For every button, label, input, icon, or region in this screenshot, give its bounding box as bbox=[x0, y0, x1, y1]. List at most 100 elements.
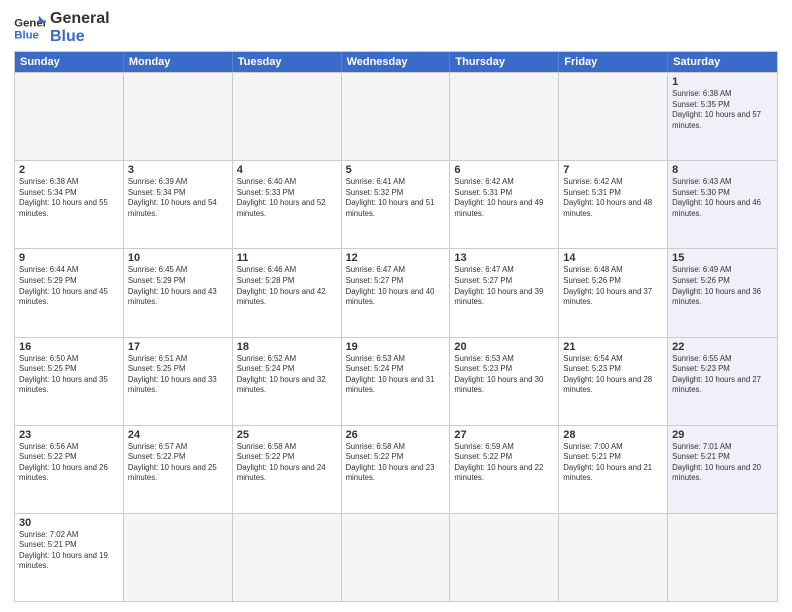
day-number: 21 bbox=[563, 341, 663, 353]
calendar-cell bbox=[233, 73, 342, 160]
calendar-header: SundayMondayTuesdayWednesdayThursdayFrid… bbox=[15, 52, 777, 72]
calendar-cell: 13Sunrise: 6:47 AM Sunset: 5:27 PM Dayli… bbox=[450, 249, 559, 336]
cell-info: Sunrise: 7:02 AM Sunset: 5:21 PM Dayligh… bbox=[19, 530, 119, 572]
calendar-cell: 23Sunrise: 6:56 AM Sunset: 5:22 PM Dayli… bbox=[15, 426, 124, 513]
cell-info: Sunrise: 6:59 AM Sunset: 5:22 PM Dayligh… bbox=[454, 442, 554, 484]
calendar-cell: 8Sunrise: 6:43 AM Sunset: 5:30 PM Daylig… bbox=[668, 161, 777, 248]
calendar-row-0: 1Sunrise: 6:38 AM Sunset: 5:35 PM Daylig… bbox=[15, 72, 777, 160]
cell-info: Sunrise: 6:40 AM Sunset: 5:33 PM Dayligh… bbox=[237, 177, 337, 219]
day-number: 27 bbox=[454, 429, 554, 441]
day-number: 20 bbox=[454, 341, 554, 353]
cell-info: Sunrise: 6:46 AM Sunset: 5:28 PM Dayligh… bbox=[237, 265, 337, 307]
cell-info: Sunrise: 6:58 AM Sunset: 5:22 PM Dayligh… bbox=[346, 442, 446, 484]
calendar-cell: 1Sunrise: 6:38 AM Sunset: 5:35 PM Daylig… bbox=[668, 73, 777, 160]
cell-info: Sunrise: 6:57 AM Sunset: 5:22 PM Dayligh… bbox=[128, 442, 228, 484]
day-number: 29 bbox=[672, 429, 773, 441]
logo-icon: General Blue bbox=[14, 14, 46, 42]
day-number: 15 bbox=[672, 252, 773, 264]
calendar-row-5: 30Sunrise: 7:02 AM Sunset: 5:21 PM Dayli… bbox=[15, 513, 777, 601]
day-number: 24 bbox=[128, 429, 228, 441]
calendar-row-4: 23Sunrise: 6:56 AM Sunset: 5:22 PM Dayli… bbox=[15, 425, 777, 513]
day-number: 19 bbox=[346, 341, 446, 353]
cell-info: Sunrise: 6:47 AM Sunset: 5:27 PM Dayligh… bbox=[454, 265, 554, 307]
calendar-cell: 17Sunrise: 6:51 AM Sunset: 5:25 PM Dayli… bbox=[124, 338, 233, 425]
calendar-cell bbox=[450, 73, 559, 160]
cell-info: Sunrise: 6:58 AM Sunset: 5:22 PM Dayligh… bbox=[237, 442, 337, 484]
weekday-header-thursday: Thursday bbox=[450, 52, 559, 72]
day-number: 5 bbox=[346, 164, 446, 176]
weekday-header-monday: Monday bbox=[124, 52, 233, 72]
day-number: 2 bbox=[19, 164, 119, 176]
calendar-cell bbox=[559, 73, 668, 160]
day-number: 17 bbox=[128, 341, 228, 353]
day-number: 13 bbox=[454, 252, 554, 264]
calendar-cell: 5Sunrise: 6:41 AM Sunset: 5:32 PM Daylig… bbox=[342, 161, 451, 248]
cell-info: Sunrise: 6:39 AM Sunset: 5:34 PM Dayligh… bbox=[128, 177, 228, 219]
calendar-cell: 24Sunrise: 6:57 AM Sunset: 5:22 PM Dayli… bbox=[124, 426, 233, 513]
calendar-cell: 15Sunrise: 6:49 AM Sunset: 5:26 PM Dayli… bbox=[668, 249, 777, 336]
calendar-cell bbox=[124, 73, 233, 160]
logo-blue: Blue bbox=[50, 28, 110, 46]
header: General Blue General Blue bbox=[14, 10, 778, 45]
svg-text:Blue: Blue bbox=[14, 29, 39, 41]
cell-info: Sunrise: 6:53 AM Sunset: 5:23 PM Dayligh… bbox=[454, 354, 554, 396]
weekday-header-tuesday: Tuesday bbox=[233, 52, 342, 72]
cell-info: Sunrise: 7:00 AM Sunset: 5:21 PM Dayligh… bbox=[563, 442, 663, 484]
calendar-cell: 4Sunrise: 6:40 AM Sunset: 5:33 PM Daylig… bbox=[233, 161, 342, 248]
calendar-cell bbox=[450, 514, 559, 601]
calendar-cell: 20Sunrise: 6:53 AM Sunset: 5:23 PM Dayli… bbox=[450, 338, 559, 425]
calendar-body: 1Sunrise: 6:38 AM Sunset: 5:35 PM Daylig… bbox=[15, 72, 777, 601]
calendar: SundayMondayTuesdayWednesdayThursdayFrid… bbox=[14, 51, 778, 602]
day-number: 25 bbox=[237, 429, 337, 441]
cell-info: Sunrise: 6:42 AM Sunset: 5:31 PM Dayligh… bbox=[454, 177, 554, 219]
calendar-cell: 9Sunrise: 6:44 AM Sunset: 5:29 PM Daylig… bbox=[15, 249, 124, 336]
cell-info: Sunrise: 6:44 AM Sunset: 5:29 PM Dayligh… bbox=[19, 265, 119, 307]
calendar-cell: 12Sunrise: 6:47 AM Sunset: 5:27 PM Dayli… bbox=[342, 249, 451, 336]
calendar-cell: 14Sunrise: 6:48 AM Sunset: 5:26 PM Dayli… bbox=[559, 249, 668, 336]
day-number: 16 bbox=[19, 341, 119, 353]
calendar-cell: 16Sunrise: 6:50 AM Sunset: 5:25 PM Dayli… bbox=[15, 338, 124, 425]
calendar-cell: 28Sunrise: 7:00 AM Sunset: 5:21 PM Dayli… bbox=[559, 426, 668, 513]
calendar-cell: 25Sunrise: 6:58 AM Sunset: 5:22 PM Dayli… bbox=[233, 426, 342, 513]
day-number: 4 bbox=[237, 164, 337, 176]
page: General Blue General Blue SundayMondayTu… bbox=[0, 0, 792, 612]
calendar-cell: 6Sunrise: 6:42 AM Sunset: 5:31 PM Daylig… bbox=[450, 161, 559, 248]
cell-info: Sunrise: 6:52 AM Sunset: 5:24 PM Dayligh… bbox=[237, 354, 337, 396]
calendar-cell: 3Sunrise: 6:39 AM Sunset: 5:34 PM Daylig… bbox=[124, 161, 233, 248]
logo-general: General bbox=[50, 10, 110, 28]
cell-info: Sunrise: 6:38 AM Sunset: 5:34 PM Dayligh… bbox=[19, 177, 119, 219]
cell-info: Sunrise: 6:43 AM Sunset: 5:30 PM Dayligh… bbox=[672, 177, 773, 219]
day-number: 11 bbox=[237, 252, 337, 264]
cell-info: Sunrise: 6:50 AM Sunset: 5:25 PM Dayligh… bbox=[19, 354, 119, 396]
day-number: 30 bbox=[19, 517, 119, 529]
cell-info: Sunrise: 6:56 AM Sunset: 5:22 PM Dayligh… bbox=[19, 442, 119, 484]
calendar-row-3: 16Sunrise: 6:50 AM Sunset: 5:25 PM Dayli… bbox=[15, 337, 777, 425]
cell-info: Sunrise: 6:54 AM Sunset: 5:23 PM Dayligh… bbox=[563, 354, 663, 396]
calendar-cell bbox=[668, 514, 777, 601]
day-number: 1 bbox=[672, 76, 773, 88]
cell-info: Sunrise: 7:01 AM Sunset: 5:21 PM Dayligh… bbox=[672, 442, 773, 484]
calendar-cell bbox=[233, 514, 342, 601]
cell-info: Sunrise: 6:51 AM Sunset: 5:25 PM Dayligh… bbox=[128, 354, 228, 396]
calendar-cell: 30Sunrise: 7:02 AM Sunset: 5:21 PM Dayli… bbox=[15, 514, 124, 601]
calendar-cell: 22Sunrise: 6:55 AM Sunset: 5:23 PM Dayli… bbox=[668, 338, 777, 425]
cell-info: Sunrise: 6:38 AM Sunset: 5:35 PM Dayligh… bbox=[672, 89, 773, 131]
calendar-cell: 19Sunrise: 6:53 AM Sunset: 5:24 PM Dayli… bbox=[342, 338, 451, 425]
calendar-cell: 18Sunrise: 6:52 AM Sunset: 5:24 PM Dayli… bbox=[233, 338, 342, 425]
calendar-cell: 7Sunrise: 6:42 AM Sunset: 5:31 PM Daylig… bbox=[559, 161, 668, 248]
calendar-cell bbox=[15, 73, 124, 160]
calendar-row-2: 9Sunrise: 6:44 AM Sunset: 5:29 PM Daylig… bbox=[15, 248, 777, 336]
cell-info: Sunrise: 6:49 AM Sunset: 5:26 PM Dayligh… bbox=[672, 265, 773, 307]
day-number: 23 bbox=[19, 429, 119, 441]
weekday-header-sunday: Sunday bbox=[15, 52, 124, 72]
cell-info: Sunrise: 6:55 AM Sunset: 5:23 PM Dayligh… bbox=[672, 354, 773, 396]
day-number: 22 bbox=[672, 341, 773, 353]
calendar-cell: 11Sunrise: 6:46 AM Sunset: 5:28 PM Dayli… bbox=[233, 249, 342, 336]
cell-info: Sunrise: 6:41 AM Sunset: 5:32 PM Dayligh… bbox=[346, 177, 446, 219]
cell-info: Sunrise: 6:48 AM Sunset: 5:26 PM Dayligh… bbox=[563, 265, 663, 307]
weekday-header-friday: Friday bbox=[559, 52, 668, 72]
day-number: 3 bbox=[128, 164, 228, 176]
day-number: 9 bbox=[19, 252, 119, 264]
day-number: 10 bbox=[128, 252, 228, 264]
day-number: 8 bbox=[672, 164, 773, 176]
